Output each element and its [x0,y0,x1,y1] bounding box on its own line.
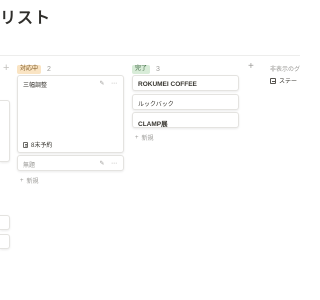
hidden-group-label: ステー [279,79,298,85]
left-column-add-icon[interactable]: + [3,63,9,74]
board-card[interactable]: 無題 ✎ ⋯ [17,155,124,171]
card-title: 三幅調整 [23,83,48,89]
card-actions: ✎ ⋯ [97,79,119,88]
document-icon [23,141,28,148]
more-options-icon[interactable]: ⋯ [109,79,119,88]
card-title: ルックバック [138,102,174,108]
column-header: 完了 3 [132,63,160,75]
card-title: CLAMP展 [138,121,168,128]
column-header: 対応中 2 [17,63,51,75]
column-count: 2 [47,65,51,73]
card-property: 8末予約 [23,140,52,149]
left-column-card[interactable] [0,100,10,162]
column-count: 3 [156,65,160,73]
more-options-icon[interactable]: ⋯ [109,159,119,168]
card-property-text: 8末予約 [31,143,53,149]
card-actions: ✎ ⋯ [97,159,119,168]
hidden-group-item[interactable]: ステー [270,76,297,85]
status-tag-in-progress[interactable]: 対応中 [17,64,42,74]
status-tag-done[interactable]: 完了 [132,64,151,74]
hidden-groups-label: 非表示のグ [270,67,301,73]
page-title: リスト [0,10,52,27]
add-group-icon[interactable]: + [248,62,254,72]
board-card[interactable]: CLAMP展 [132,112,239,128]
board-card[interactable]: 三幅調整 ✎ ⋯ 8末予約 [17,75,124,153]
header-divider [0,55,300,56]
card-title: ROKUMEI COFFEE [138,81,197,88]
new-card-label: 新規 [141,136,154,142]
plus-icon: + [20,177,24,184]
edit-icon[interactable]: ✎ [97,159,107,168]
board-card[interactable]: ROKUMEI COFFEE [132,75,239,91]
card-title: 無題 [23,163,36,169]
new-card-button[interactable]: + 新規 [20,176,39,186]
new-card-label: 新規 [26,179,39,185]
new-card-button[interactable]: + 新規 [135,133,154,143]
left-column-card[interactable] [0,215,10,230]
plus-icon: + [135,134,139,141]
status-icon [270,77,276,84]
left-column-card[interactable] [0,234,10,249]
edit-icon[interactable]: ✎ [97,79,107,88]
board-card[interactable]: ルックバック [132,94,239,110]
